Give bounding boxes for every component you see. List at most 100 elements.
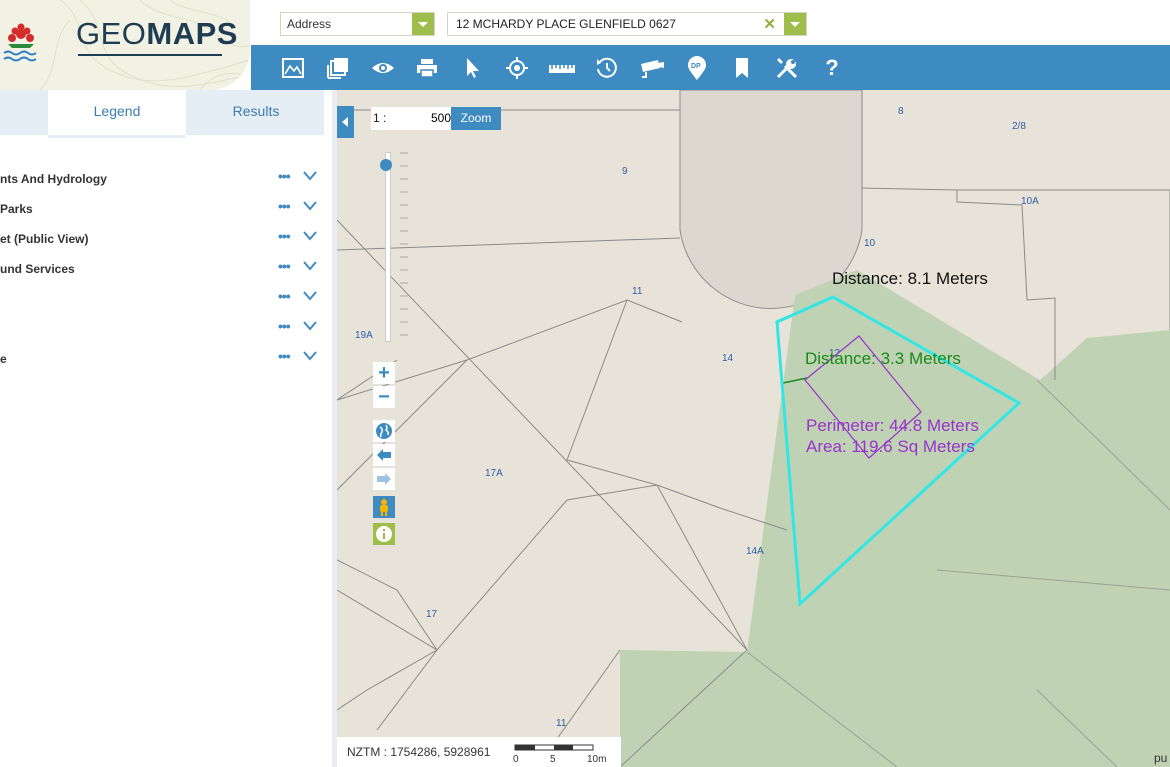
measure-tool[interactable] bbox=[547, 53, 577, 83]
dp-pin-icon: DP bbox=[688, 56, 706, 80]
chevron-down-icon[interactable] bbox=[303, 291, 317, 301]
tab-legend[interactable]: Legend bbox=[48, 90, 186, 138]
layer-label: und Services bbox=[0, 262, 75, 276]
select-tool[interactable] bbox=[457, 53, 487, 83]
layer-row[interactable]: ••• bbox=[0, 315, 324, 345]
layer-options-icon[interactable]: ••• bbox=[278, 198, 291, 214]
chevron-down-icon[interactable] bbox=[784, 13, 806, 35]
address-search-box[interactable]: ✕ bbox=[447, 12, 807, 36]
address-search-input[interactable] bbox=[454, 16, 758, 32]
lot-label: 17A bbox=[485, 468, 503, 479]
panel-tabs: Legend Results bbox=[0, 90, 324, 138]
chevron-down-icon[interactable] bbox=[303, 321, 317, 331]
logo-text: GEOMAPS bbox=[76, 16, 238, 52]
layer-options-icon[interactable]: ••• bbox=[278, 318, 291, 334]
zoom-slider-ticks bbox=[400, 152, 408, 336]
visibility-tool[interactable] bbox=[368, 53, 398, 83]
layer-label: e bbox=[0, 352, 7, 366]
map-canvas[interactable]: 8 2/8 9 10A 10 11 19A 14 12 17A 14A 17 1… bbox=[337, 90, 1170, 767]
locate-tool[interactable] bbox=[502, 53, 532, 83]
perimeter-label: Perimeter: 44.8 Meters bbox=[806, 416, 979, 435]
history-tool[interactable] bbox=[592, 53, 622, 83]
lot-label: 9 bbox=[622, 166, 628, 177]
layer-row[interactable]: nts And Hydrology ••• bbox=[0, 165, 324, 195]
zoom-slider-track[interactable] bbox=[385, 152, 391, 342]
lot-label: 10A bbox=[1021, 196, 1039, 207]
attribution-text: pu bbox=[1154, 751, 1167, 765]
tools-tool[interactable] bbox=[772, 53, 802, 83]
lot-label: 17 bbox=[426, 609, 438, 620]
zoom-slider-handle[interactable] bbox=[380, 159, 392, 171]
search-type-dropdown[interactable]: Address bbox=[280, 12, 435, 36]
layer-options-icon[interactable]: ••• bbox=[278, 168, 291, 184]
tab-results[interactable]: Results bbox=[188, 90, 324, 135]
scalebar-label: 0 bbox=[513, 754, 519, 765]
svg-text:DP: DP bbox=[691, 63, 701, 70]
map-toolbar: DP ? bbox=[251, 45, 1170, 90]
layer-label: Parks bbox=[0, 202, 33, 216]
pegman-icon bbox=[380, 499, 388, 516]
clear-search-icon[interactable]: ✕ bbox=[763, 15, 776, 33]
layer-options-icon[interactable]: ••• bbox=[278, 228, 291, 244]
eye-icon bbox=[372, 63, 394, 73]
layer-row[interactable]: ••• bbox=[0, 285, 324, 315]
arrow-left-icon bbox=[377, 449, 391, 461]
collapse-panel-button[interactable] bbox=[337, 106, 354, 138]
next-extent-button[interactable] bbox=[373, 468, 395, 490]
chevron-down-icon[interactable] bbox=[303, 201, 317, 211]
layer-row[interactable]: e ••• bbox=[0, 345, 324, 375]
coordinate-bar: NZTM : 1754286, 5928961 0 5 10m bbox=[337, 737, 621, 767]
scale-input[interactable] bbox=[391, 110, 453, 126]
lot-label: 11 bbox=[556, 718, 567, 729]
camera-tool[interactable] bbox=[637, 53, 667, 83]
print-icon bbox=[417, 59, 437, 78]
app-header: GEOMAPS Address ✕ bbox=[0, 0, 1170, 90]
arrow-right-icon bbox=[377, 473, 391, 485]
layer-row[interactable]: Parks ••• bbox=[0, 195, 324, 225]
print-tool[interactable] bbox=[412, 53, 442, 83]
previous-extent-button[interactable] bbox=[373, 444, 395, 466]
dp-marker-tool[interactable]: DP bbox=[682, 53, 712, 83]
layer-options-icon[interactable]: ••• bbox=[278, 258, 291, 274]
identify-button[interactable] bbox=[373, 523, 395, 545]
distance-label-2: Distance: 3.3 Meters bbox=[805, 349, 961, 368]
layers-tool[interactable] bbox=[323, 53, 353, 83]
legend-panel: Legend Results nts And Hydrology ••• Par… bbox=[0, 90, 334, 767]
lot-label: 19A bbox=[355, 330, 373, 341]
bookmark-icon bbox=[736, 58, 748, 78]
layer-options-icon[interactable]: ••• bbox=[278, 348, 291, 364]
chevron-down-icon[interactable] bbox=[303, 351, 317, 361]
street-view-button[interactable] bbox=[373, 496, 395, 518]
history-icon bbox=[597, 57, 617, 78]
layer-label: et (Public View) bbox=[0, 232, 89, 246]
zoom-in-button[interactable]: + bbox=[373, 362, 395, 384]
chevron-down-icon[interactable] bbox=[412, 13, 434, 35]
full-extent-button[interactable] bbox=[373, 420, 395, 442]
lot-label: 14 bbox=[722, 353, 734, 364]
basemap-icon bbox=[282, 58, 304, 78]
coordinate-readout: NZTM : 1754286, 5928961 bbox=[347, 745, 491, 759]
chevron-down-icon[interactable] bbox=[303, 231, 317, 241]
lot-label: 10 bbox=[864, 238, 876, 249]
council-logo-icon bbox=[3, 23, 37, 62]
zoom-out-button[interactable]: − bbox=[373, 386, 395, 408]
wrench-screwdriver-icon bbox=[776, 58, 798, 79]
cctv-camera-icon bbox=[641, 60, 664, 78]
chevron-down-icon[interactable] bbox=[303, 261, 317, 271]
layer-row[interactable]: et (Public View) ••• bbox=[0, 225, 324, 255]
zoom-button[interactable]: Zoom bbox=[451, 107, 501, 130]
scalebar-label: 5 bbox=[550, 754, 556, 765]
ruler-icon bbox=[549, 65, 575, 73]
chevron-down-icon[interactable] bbox=[303, 171, 317, 181]
bookmark-tool[interactable] bbox=[727, 53, 757, 83]
lot-label: 11 bbox=[632, 286, 643, 297]
layer-options-icon[interactable]: ••• bbox=[278, 288, 291, 304]
basemap-tool[interactable] bbox=[278, 53, 308, 83]
lot-label: 2/8 bbox=[1012, 121, 1026, 132]
lot-label: 8 bbox=[898, 106, 904, 117]
globe-icon bbox=[376, 423, 392, 439]
help-button[interactable]: ? bbox=[817, 53, 847, 83]
cursor-icon bbox=[467, 58, 479, 78]
layer-row[interactable]: und Services ••• bbox=[0, 255, 324, 285]
crosshair-icon bbox=[506, 57, 528, 79]
